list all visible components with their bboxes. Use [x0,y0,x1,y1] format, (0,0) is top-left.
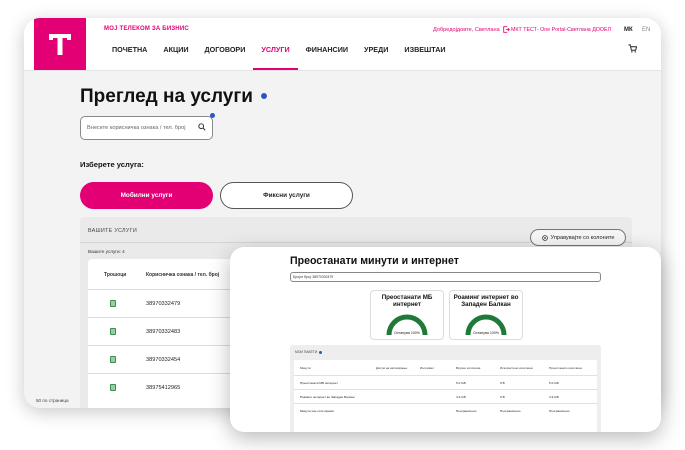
remaining-amount: Неограничено [549,409,570,413]
remaining-percent: Останува 100% [472,331,500,335]
packages-table: Минути Датум на активирање Интервал Вкуп… [294,360,597,432]
page-title: Преглед на услуги [80,86,253,107]
table-row: Преостанати МБ интернет 5.0 GB 0 B 5.0 G… [294,375,597,390]
total-amount: Неограничено [456,409,477,413]
company-selector[interactable]: МКТ ТЕСТ- One Portal-Светлана ДООЕЛ [511,27,611,33]
mobile-services-button[interactable]: Мобилни услуги [80,182,213,209]
fixed-services-button[interactable]: Фиксни услуги [220,182,353,209]
packages-panel: МОИ ПАКЕТИ Минути Датум на активирање Ин… [290,345,601,432]
column-header-costs[interactable]: Трошоци [104,272,126,278]
nav-reports[interactable]: ИЗВЕШТАИ [396,45,453,70]
manage-columns-button[interactable]: Управувајте со колоните [530,229,626,246]
total-amount: 4.9 GB [456,395,466,399]
nav-home[interactable]: ПОЧЕТНА [104,45,155,70]
popup-title: Преостанати минути и интернет [290,255,459,267]
remaining-usage-popup: Преостанати минути и интернет Бројот бро… [230,247,661,432]
nav-services[interactable]: УСЛУГИ [253,45,298,70]
used-amount: 0 B [500,395,505,399]
manage-columns-label: Управувајте со колоните [550,234,615,241]
column-header: Преостанато количина [549,366,582,370]
main-nav: ПОЧЕТНА АКЦИИ ДОГОВОРИ УСЛУГИ ФИНАНСИИ У… [104,45,454,70]
package-name: Преостанати МБ интернет [300,381,338,385]
search-icon[interactable] [198,123,206,131]
nav-devices[interactable]: УРЕДИ [356,45,396,70]
column-header: Искористено количина [500,366,533,370]
column-header: Датум на активирање [376,366,408,370]
page-size-selector[interactable]: 50 по страница [36,398,69,403]
search-input[interactable] [87,123,192,133]
tile-name: Роаминг интернет во Западен Балкан [453,294,519,308]
services-count: Вашите услуги: 4 [88,249,125,254]
top-header: МОЈ ТЕЛЕКОМ ЗА БИЗНИС Добредојдовте, Све… [24,18,661,71]
nav-finance[interactable]: ФИНАНСИИ [298,45,356,70]
remaining-amount: 4.9 GB [549,395,559,399]
usage-tile: Роаминг интернет во Западен Балкан Остан… [449,290,523,340]
table-row: Минути кон сите мрежи Неограничено Неогр… [294,403,597,418]
column-header-number[interactable]: Корисничка ознака / тел. број [146,272,219,278]
phone-number[interactable]: 38970332454 [146,357,180,363]
welcome-text: Добредојдовте, Светлана [433,26,500,33]
column-header: Вкупно количина [456,366,481,370]
nav-promotions[interactable]: АКЦИИ [155,45,196,70]
phone-number[interactable]: 38970332483 [146,329,180,335]
receipt-icon[interactable] [110,328,116,335]
packages-title: МОИ ПАКЕТИ [295,350,318,354]
used-amount: Неограничено [500,409,521,413]
lang-mk[interactable]: МК [624,27,633,33]
choose-service-label: Изберете услуга: [80,160,144,169]
number-field[interactable]: Бројот број: 38970332479 [290,272,601,282]
package-name: Минути кон сите мрежи [300,409,334,413]
lang-en[interactable]: EN [642,27,650,33]
phone-number[interactable]: 38975412965 [146,385,180,391]
receipt-icon[interactable] [110,356,116,363]
search-info-badge [210,113,215,118]
usage-tile: Преостанати МБ интернет Останува 100% [370,290,444,340]
logout-icon[interactable] [502,26,510,33]
receipt-icon[interactable] [110,300,116,307]
telekom-t-icon [49,34,71,55]
package-name: Роаминг интернет во Западен Балкан [300,395,355,399]
remaining-percent: Останува 100% [393,331,421,335]
packages-header: МОИ ПАКЕТИ [295,350,323,354]
cart-icon[interactable] [628,44,637,53]
welcome-user[interactable]: Добредојдовте, Светлана [433,26,510,33]
nav-contracts[interactable]: ДОГОВОРИ [197,45,254,70]
total-amount: 5.0 GB [456,381,466,385]
columns-icon [541,234,548,241]
panel-title: ВАШИТЕ УСЛУГИ [88,228,138,234]
tile-name: Преостанати МБ интернет [381,294,433,308]
info-icon[interactable] [319,350,323,354]
column-header: Минути [300,366,311,370]
info-icon[interactable] [261,93,267,99]
column-header: Интервал [420,366,434,370]
remaining-amount: 5.0 GB [549,381,559,385]
telekom-logo[interactable] [34,18,86,70]
receipt-icon[interactable] [110,384,116,391]
used-amount: 0 B [500,381,505,385]
phone-number[interactable]: 38970332479 [146,301,180,307]
table-row: Роаминг интернет во Западен Балкан 4.9 G… [294,389,597,404]
business-link[interactable]: МОЈ ТЕЛЕКОМ ЗА БИЗНИС [104,26,189,32]
search-field[interactable] [80,116,213,140]
